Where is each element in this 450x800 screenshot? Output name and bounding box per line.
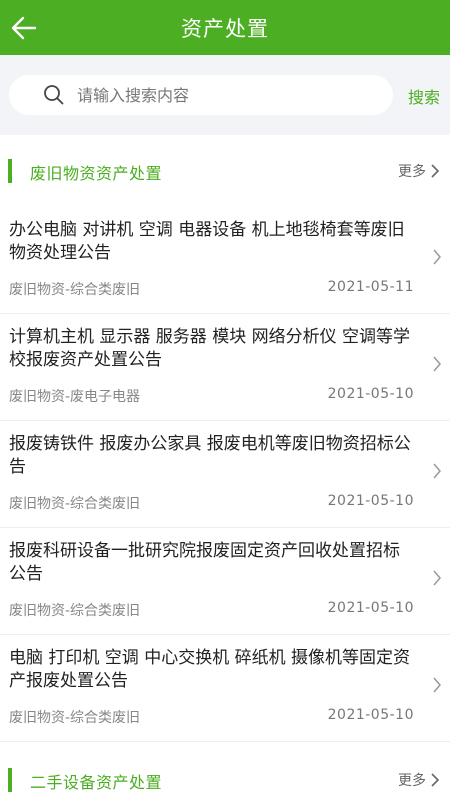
chevron-right-icon <box>433 249 441 265</box>
search-box[interactable] <box>9 75 393 115</box>
chevron-right-icon <box>433 463 441 479</box>
item-category: 废旧物资-综合类废旧 <box>9 710 141 726</box>
section-accent-bar <box>8 768 12 792</box>
search-icon <box>43 84 65 106</box>
item-title: 报废铸铁件 报废办公家具 报废电机等废旧物资招标公告 <box>9 434 411 477</box>
search-button[interactable]: 搜索 <box>408 84 440 108</box>
back-button[interactable] <box>4 8 44 48</box>
list-item[interactable]: 报废铸铁件 报废办公家具 报废电机等废旧物资招标公告 废旧物资-综合类废旧 20… <box>0 421 450 528</box>
item-title: 报废科研设备一批研究院报废固定资产回收处置招标公告 <box>9 541 400 584</box>
section-title: 二手设备资产处置 <box>30 773 163 792</box>
more-link[interactable]: 更多 <box>398 770 440 790</box>
arrow-left-icon <box>11 16 37 40</box>
chevron-right-icon <box>431 773 440 787</box>
item-title: 计算机主机 显示器 服务器 模块 网络分析仪 空调等学校报废资产处置公告 <box>9 327 411 370</box>
section-header-waste: 废旧物资资产处置 更多 <box>0 135 450 207</box>
item-date: 2021-05-11 <box>327 279 414 295</box>
top-app-bar: 资产处置 <box>0 0 450 55</box>
more-label: 更多 <box>398 773 426 789</box>
item-date: 2021-05-10 <box>327 386 414 402</box>
section-accent-bar <box>8 159 12 183</box>
search-input[interactable] <box>77 80 377 110</box>
content-list: 废旧物资资产处置 更多 办公电脑 对讲机 空调 电器设备 机上地毯椅套等废旧物资… <box>0 135 450 800</box>
chevron-right-icon <box>433 356 441 372</box>
chevron-right-icon <box>433 677 441 693</box>
list-item[interactable]: 办公电脑 对讲机 空调 电器设备 机上地毯椅套等废旧物资处理公告 废旧物资-综合… <box>0 207 450 314</box>
item-category: 废旧物资-综合类废旧 <box>9 496 141 512</box>
list-item[interactable]: 电脑 打印机 空调 中心交换机 碎纸机 摄像机等固定资产报废处置公告 废旧物资-… <box>0 635 450 742</box>
item-date: 2021-05-10 <box>327 600 414 616</box>
item-category: 废旧物资-综合类废旧 <box>9 282 141 298</box>
list-item[interactable]: 报废科研设备一批研究院报废固定资产回收处置招标公告 废旧物资-综合类废旧 202… <box>0 528 450 635</box>
section-title: 废旧物资资产处置 <box>30 164 163 183</box>
item-category: 废旧物资-综合类废旧 <box>9 603 141 619</box>
page-title: 资产处置 <box>181 16 269 41</box>
list-item[interactable]: 计算机主机 显示器 服务器 模块 网络分析仪 空调等学校报废资产处置公告 废旧物… <box>0 314 450 421</box>
item-category: 废旧物资-废电子电器 <box>9 389 141 405</box>
item-title: 电脑 打印机 空调 中心交换机 碎纸机 摄像机等固定资产报废处置公告 <box>9 648 411 691</box>
more-label: 更多 <box>398 164 426 180</box>
section-header-second-hand: 二手设备资产处置 更多 <box>0 742 450 800</box>
item-date: 2021-05-10 <box>327 707 414 723</box>
chevron-right-icon <box>431 164 440 178</box>
item-date: 2021-05-10 <box>327 493 414 509</box>
chevron-right-icon <box>433 570 441 586</box>
search-area: 搜索 <box>0 55 450 135</box>
item-title: 办公电脑 对讲机 空调 电器设备 机上地毯椅套等废旧物资处理公告 <box>9 220 405 263</box>
more-link[interactable]: 更多 <box>398 161 440 181</box>
